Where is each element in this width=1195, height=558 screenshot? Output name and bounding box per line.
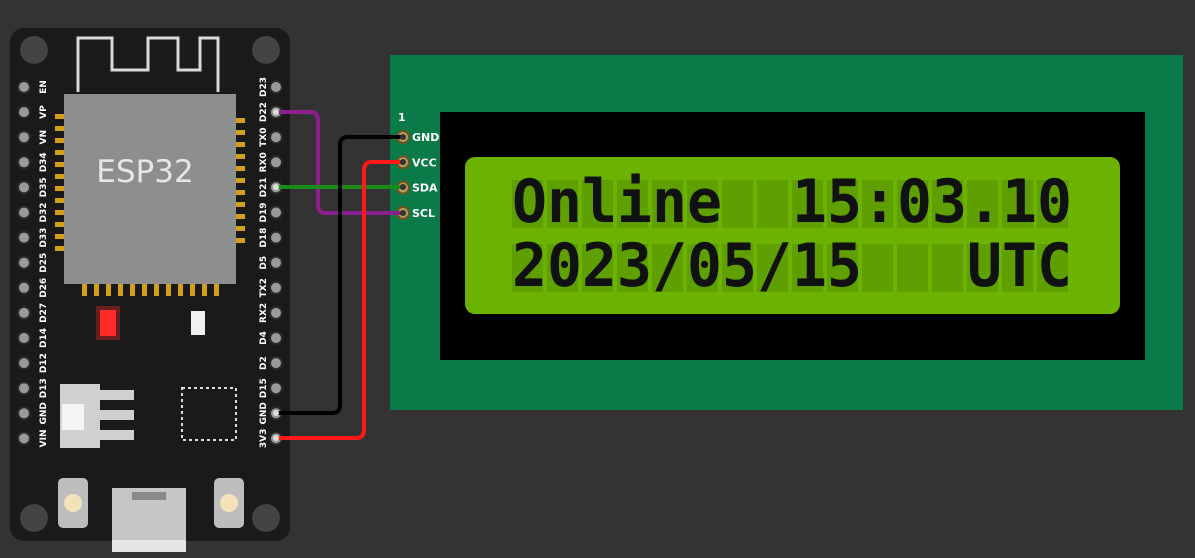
right-pin-d4-label: D4: [259, 331, 269, 345]
left-pin-d26-label: D26: [39, 278, 49, 298]
right-pin-d2-label: D2: [259, 356, 269, 370]
right-pin-tx2-label: TX2: [259, 278, 269, 297]
wire-endpoint: [273, 435, 279, 441]
chip-label: ESP32: [96, 154, 193, 190]
left-pin-d32-pad[interactable]: [17, 205, 31, 220]
lcd-pin-gnd-label: GND: [412, 131, 439, 144]
left-pin-en-label: EN: [39, 80, 49, 94]
left-pin-d13-label: D13: [39, 378, 49, 398]
right-pin-d4-pad[interactable]: [269, 331, 283, 345]
wire-endpoint: [273, 109, 279, 115]
left-pin-d32-label: D32: [39, 203, 49, 223]
left-pin-d35-label: D35: [39, 177, 49, 197]
right-pin-tx0-label: TX0: [259, 128, 269, 147]
left-pin-vp-label: VP: [39, 105, 49, 119]
power-led-glow: [96, 306, 120, 340]
left-pin-gnd-pad[interactable]: [17, 406, 31, 421]
wire-gnd-gnd[interactable]: [276, 135, 403, 415]
wires: [276, 110, 403, 440]
right-pin-d5-label: D5: [259, 256, 269, 270]
wire-endpoint: [273, 184, 279, 190]
circuit-canvas: ESP32 ENVPVND34D35D32D33D25D26D27D14D12D…: [10, 28, 1183, 552]
right-pin-d19-label: D19: [259, 203, 269, 223]
left-pin-d14-label: D14: [39, 328, 49, 348]
left-pin-vin-label: VIN: [39, 429, 49, 447]
lcd-line-2: 2023/05/15 UTC: [512, 231, 1072, 301]
left-pin-d34-label: D34: [39, 152, 49, 172]
right-pin-tx2-pad[interactable]: [269, 280, 283, 295]
mounting-hole: [252, 36, 280, 64]
left-pin-d12-label: D12: [39, 353, 49, 373]
lcd-line-1: Online 15:03.10: [512, 167, 1072, 237]
wire-endpoint: [400, 184, 406, 190]
en-button[interactable]: [58, 478, 88, 528]
left-pin-d33-label: D33: [39, 228, 49, 248]
right-pin-d15-label: D15: [259, 378, 269, 398]
right-pin-d18-pad[interactable]: [269, 230, 283, 245]
micro-usb-port: [112, 488, 186, 552]
left-pin-en-pad[interactable]: [17, 80, 31, 94]
wire-endpoint: [400, 210, 406, 216]
left-pin-d26-pad[interactable]: [17, 280, 31, 295]
wire-endpoint: [273, 410, 279, 416]
wire-endpoint: [400, 159, 406, 165]
right-pin-rx2-pad[interactable]: [269, 305, 283, 320]
lcd-pin-sda-label: SDA: [412, 182, 438, 195]
left-pin-vn-label: VN: [39, 130, 49, 145]
right-pin-rx2-label: RX2: [259, 303, 269, 323]
mounting-hole: [20, 504, 48, 532]
left-pin-d35-pad[interactable]: [17, 180, 31, 195]
right-pin-d21-label: D21: [259, 177, 269, 197]
left-pin-vn-pad[interactable]: [17, 130, 31, 145]
right-pin-gnd-label: GND: [259, 402, 269, 424]
left-pin-d33-pad[interactable]: [17, 230, 31, 245]
left-pin-gnd-label: GND: [39, 402, 49, 424]
boot-button[interactable]: [214, 478, 244, 528]
right-pin-rx0-pad[interactable]: [269, 155, 283, 170]
lcd-pin-scl-label: SCL: [412, 207, 435, 220]
mounting-hole: [252, 504, 280, 532]
esp32-board[interactable]: ESP32 ENVPVND34D35D32D33D25D26D27D14D12D…: [10, 28, 290, 552]
left-pin-d34-pad[interactable]: [17, 155, 31, 170]
mounting-hole: [20, 36, 48, 64]
right-pin-3v3-label: 3V3: [259, 429, 269, 449]
right-pin-d19-pad[interactable]: [269, 205, 283, 220]
left-pin-d27-pad[interactable]: [17, 305, 31, 320]
right-pin-d23-label: D23: [259, 77, 269, 97]
left-pin-d27-label: D27: [39, 303, 49, 323]
right-pin-tx0-pad[interactable]: [269, 130, 283, 145]
right-pin-d5-pad[interactable]: [269, 255, 283, 270]
right-pin-d22-label: D22: [259, 102, 269, 122]
user-led: [191, 311, 205, 335]
voltage-regulator: [60, 384, 134, 448]
right-pin-d18-label: D18: [259, 228, 269, 248]
usb-uart-chip: [181, 387, 237, 441]
wire-endpoint: [400, 134, 406, 140]
right-pin-d2-pad[interactable]: [269, 356, 283, 371]
right-pin-d23-pad[interactable]: [269, 80, 283, 94]
lcd-pin-vcc-label: VCC: [412, 156, 437, 169]
left-pin-vin-pad[interactable]: [17, 431, 31, 446]
lcd-pin-one-marker: 1: [398, 111, 406, 124]
left-pin-d25-pad[interactable]: [17, 255, 31, 270]
lcd1602-module[interactable]: Online 15:03.10 2023/05/15 UTC 1 GND VCC S…: [390, 55, 1183, 410]
left-pin-d25-label: D25: [39, 253, 49, 273]
left-pin-d13-pad[interactable]: [17, 381, 31, 396]
right-pin-rx0-label: RX0: [259, 152, 269, 172]
right-pin-d15-pad[interactable]: [269, 381, 283, 396]
left-pin-d14-pad[interactable]: [17, 331, 31, 345]
left-pin-d12-pad[interactable]: [17, 356, 31, 371]
left-pin-vp-pad[interactable]: [17, 105, 31, 120]
